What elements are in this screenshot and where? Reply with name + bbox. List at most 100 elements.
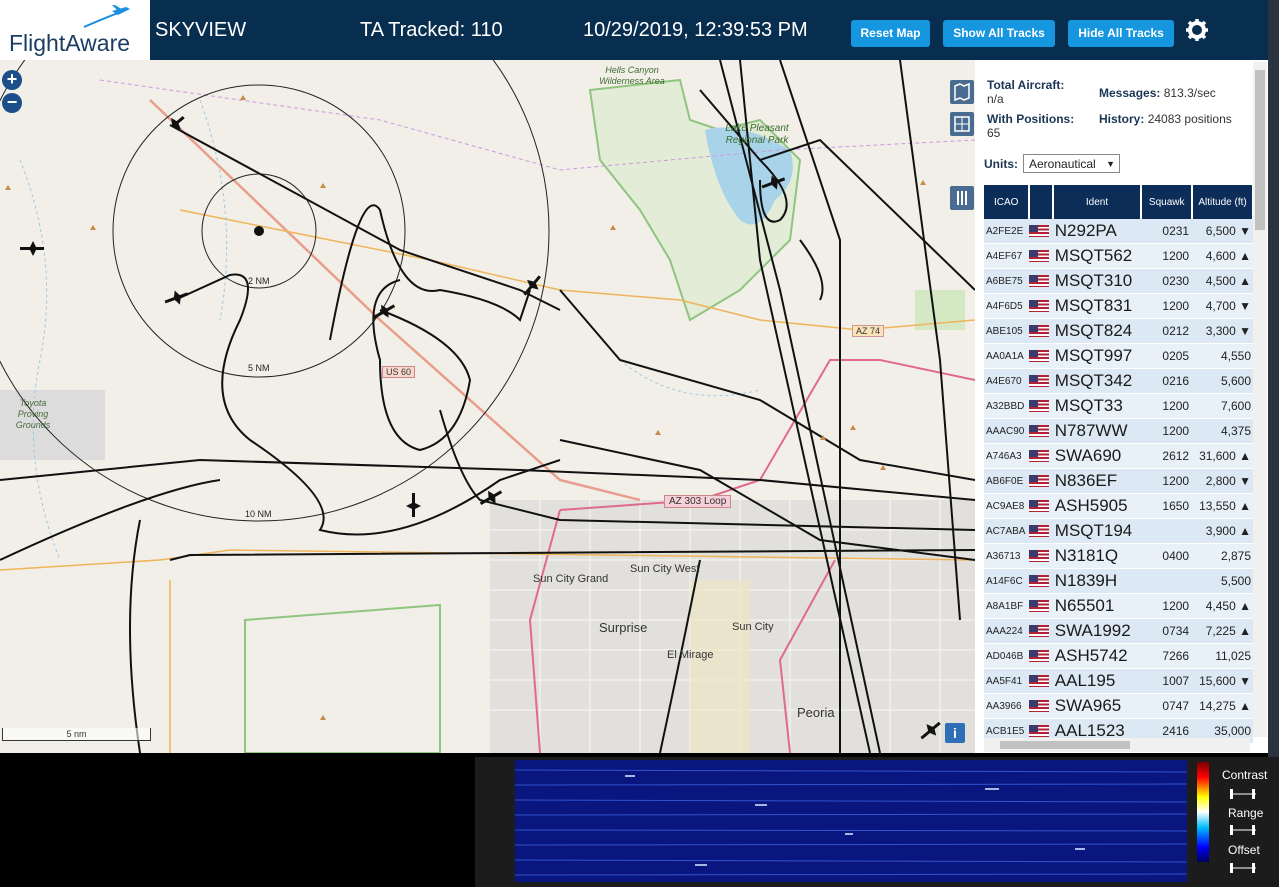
icao-cell: AA5F41 — [984, 668, 1030, 694]
table-row[interactable]: A8A1BF N65501 1200 4,450 ▲ — [984, 593, 1253, 619]
show-all-tracks-button[interactable]: Show All Tracks — [943, 20, 1055, 47]
flag-cell — [1029, 418, 1053, 444]
ident-cell: N292PA — [1052, 219, 1142, 244]
icao-cell: AC7ABA — [984, 518, 1030, 544]
ident-cell: MSQT33 — [1052, 393, 1142, 419]
table-row[interactable]: A6BE75 MSQT310 0230 4,500 ▲ — [984, 268, 1253, 294]
altitude-cell: 7,600 — [1192, 393, 1253, 419]
altitude-cell: 6,500 ▼ — [1192, 219, 1253, 244]
table-row[interactable]: AAA224 SWA1992 0734 7,225 ▲ — [984, 618, 1253, 644]
window-edge — [1268, 0, 1279, 757]
flag-cell — [1029, 243, 1053, 269]
altitude-cell: 4,600 ▲ — [1192, 243, 1253, 269]
us-flag-icon — [1029, 349, 1050, 362]
ident-cell: N836EF — [1052, 468, 1142, 494]
zoom-out-button[interactable]: − — [2, 93, 22, 113]
altitude-cell: 2,875 — [1192, 543, 1253, 569]
flag-cell — [1029, 393, 1053, 419]
map-canvas[interactable]: Hells Canyon Wilderness Area Lake Pleasa… — [0, 60, 975, 753]
altitude-cell: 4,450 ▲ — [1192, 593, 1253, 619]
us-flag-icon — [1029, 249, 1050, 262]
col-header-squawk[interactable]: Squawk — [1141, 185, 1194, 219]
col-header-flag[interactable] — [1029, 185, 1054, 219]
ident-cell: MSQT310 — [1052, 268, 1142, 294]
us-flag-icon — [1029, 724, 1050, 737]
squawk-cell: 1007 — [1141, 668, 1193, 694]
range-slider[interactable] — [1228, 824, 1258, 836]
info-button[interactable]: i — [945, 723, 965, 743]
col-header-icao[interactable]: ICAO — [984, 185, 1031, 219]
zoom-in-button[interactable]: + — [2, 70, 22, 90]
col-header-ident[interactable]: Ident — [1052, 185, 1143, 219]
total-aircraft-stat: Total Aircraft: n/a — [987, 78, 1065, 106]
map-label-az303: AZ 303 Loop — [664, 495, 732, 508]
table-row[interactable]: AD046B ASH5742 7266 11,025 — [984, 643, 1253, 669]
altitude-cell: 11,025 — [1192, 643, 1253, 669]
table-row[interactable]: A4E670 MSQT342 0216 5,600 — [984, 368, 1253, 394]
us-flag-icon — [1029, 424, 1050, 437]
table-row[interactable]: AC9AE8 ASH5905 1650 13,550 ▲ — [984, 493, 1253, 519]
table-row[interactable]: AB6F0E N836EF 1200 2,800 ▼ — [984, 468, 1253, 494]
map-layer-button[interactable] — [950, 80, 974, 104]
units-select[interactable]: Aeronautical ▼ — [1023, 154, 1120, 173]
altitude-cell: 15,600 ▼ — [1192, 668, 1253, 694]
ident-cell: N3181Q — [1052, 543, 1142, 569]
table-row[interactable]: AA0A1A MSQT997 0205 4,550 — [984, 343, 1253, 369]
us-flag-icon — [1029, 549, 1050, 562]
offset-slider[interactable] — [1228, 862, 1258, 874]
squawk-cell: 0747 — [1141, 693, 1193, 719]
table-row[interactable]: A4EF67 MSQT562 1200 4,600 ▲ — [984, 243, 1253, 269]
panel-horizontal-scroll-thumb[interactable] — [1000, 741, 1130, 749]
hide-all-tracks-button[interactable]: Hide All Tracks — [1068, 20, 1174, 47]
flightaware-logo[interactable]: FlightAware — [0, 0, 150, 60]
ring-label-10nm: 10 NM — [245, 509, 272, 519]
squawk-cell: 0212 — [1141, 318, 1193, 344]
table-row[interactable]: AA5F41 AAL195 1007 15,600 ▼ — [984, 668, 1253, 694]
messages-value: 813.3/sec — [1163, 86, 1216, 100]
contrast-slider[interactable] — [1228, 788, 1258, 800]
table-row[interactable]: A746A3 SWA690 2612 31,600 ▲ — [984, 443, 1253, 469]
ident-cell: MSQT342 — [1052, 368, 1142, 394]
squawk-cell: 0400 — [1141, 543, 1193, 569]
icao-cell: AA3966 — [984, 693, 1030, 719]
ring-label-5nm: 5 NM — [248, 363, 270, 373]
icao-cell: AC9AE8 — [984, 493, 1030, 519]
us-flag-icon — [1029, 674, 1050, 687]
table-row[interactable]: AC7ABA MSQT194 3,900 ▲ — [984, 518, 1253, 544]
map-label-sun-city-west: Sun City West — [630, 563, 700, 575]
grid-toggle-button[interactable] — [950, 112, 974, 136]
squawk-cell — [1141, 518, 1193, 544]
table-row[interactable]: A32BBD MSQT33 1200 7,600 — [984, 393, 1253, 419]
ident-cell: MSQT997 — [1052, 343, 1142, 369]
table-row[interactable]: A2FE2E N292PA 0231 6,500 ▼ — [984, 219, 1253, 244]
app-title: SKYVIEW — [155, 19, 247, 41]
altitude-cell: 4,500 ▲ — [1192, 268, 1253, 294]
flag-cell — [1029, 543, 1053, 569]
table-row[interactable]: A14F6C N1839H 5,500 — [984, 568, 1253, 594]
altitude-cell: 14,275 ▲ — [1192, 693, 1253, 719]
squawk-cell: 0230 — [1141, 268, 1193, 294]
reset-map-button[interactable]: Reset Map — [851, 20, 930, 47]
us-flag-icon — [1029, 449, 1050, 462]
ident-cell: N787WW — [1052, 418, 1142, 444]
units-select-value: Aeronautical — [1029, 157, 1096, 171]
columns-toggle-button[interactable] — [950, 186, 974, 210]
table-row[interactable]: A36713 N3181Q 0400 2,875 — [984, 543, 1253, 569]
us-flag-icon — [1029, 649, 1050, 662]
us-flag-icon — [1029, 624, 1050, 637]
gear-icon[interactable] — [1185, 18, 1209, 42]
waterfall-spectrogram — [515, 760, 1187, 882]
panel-vertical-scroll-thumb[interactable] — [1255, 70, 1265, 230]
table-row[interactable]: ABE105 MSQT824 0212 3,300 ▼ — [984, 318, 1253, 344]
ident-cell: MSQT562 — [1052, 243, 1142, 269]
altitude-cell: 3,300 ▼ — [1192, 318, 1253, 344]
us-flag-icon — [1029, 499, 1050, 512]
ident-cell: MSQT831 — [1052, 293, 1142, 319]
table-row[interactable]: AA3966 SWA965 0747 14,275 ▲ — [984, 693, 1253, 719]
icao-cell: AAA224 — [984, 618, 1030, 644]
top-bar: FlightAware SKYVIEW TA Tracked: 110 10/2… — [0, 0, 1268, 60]
map-label-el-mirage: El Mirage — [667, 649, 714, 661]
table-row[interactable]: A4F6D5 MSQT831 1200 4,700 ▼ — [984, 293, 1253, 319]
col-header-altitude[interactable]: Altitude (ft) — [1192, 185, 1254, 219]
table-row[interactable]: AAAC90 N787WW 1200 4,375 — [984, 418, 1253, 444]
